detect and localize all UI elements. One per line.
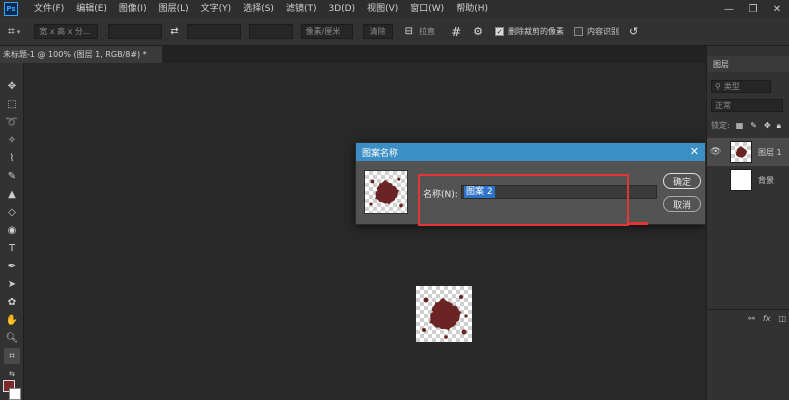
background-color-swatch[interactable] <box>9 388 21 400</box>
options-bar: ⌗ ▾ 宽 x 高 x 分... ⇄ 像素/厘米 清除 ⊟ 拉直 # ⚙ ✓ 删… <box>0 18 789 46</box>
layer-row-background[interactable]: 背景 <box>707 166 789 194</box>
layers-panel-tab[interactable]: 图层 <box>707 56 789 72</box>
straighten-icon[interactable]: ⊟ <box>405 26 413 37</box>
lock-row: 锁定: ▦ ✎ ✥ 🔒︎ <box>711 120 781 131</box>
canvas-area[interactable] <box>25 63 706 400</box>
menu-edit[interactable]: 编辑(E) <box>70 0 113 18</box>
pen-tool-icon[interactable]: ✒ <box>4 258 20 274</box>
crop-tool-preset-icon[interactable]: ⌗ <box>8 24 15 39</box>
close-icon[interactable]: ✕ <box>690 145 699 158</box>
crop-tool-icon[interactable]: ⌗ <box>4 348 20 364</box>
close-window-button[interactable]: ✕ <box>765 0 789 18</box>
blend-mode-row: 正常 <box>711 99 783 112</box>
marquee-tool-icon[interactable]: ⬚ <box>4 96 20 112</box>
delete-cropped-checkbox[interactable]: ✓ <box>495 27 504 36</box>
straighten-label[interactable]: 拉直 <box>419 26 435 37</box>
menu-bar: Ps 文件(F) 编辑(E) 图像(I) 图层(L) 文字(Y) 选择(S) 滤… <box>0 0 789 18</box>
menu-layer[interactable]: 图层(L) <box>153 0 195 18</box>
ratio-dropdown[interactable]: 宽 x 高 x 分... <box>34 24 99 39</box>
menu-window[interactable]: 窗口(W) <box>404 0 450 18</box>
annotation-highlight-box <box>418 174 629 226</box>
move-tool-icon[interactable]: ✥ <box>4 78 20 94</box>
menu-help[interactable]: 帮助(H) <box>450 0 494 18</box>
reset-icon[interactable]: ↺ <box>629 25 638 38</box>
menu-filter[interactable]: 滤镜(T) <box>280 0 323 18</box>
menu-type[interactable]: 文字(Y) <box>195 0 238 18</box>
ok-button[interactable]: 确定 <box>663 173 701 189</box>
dialog-title: 图案名称 <box>356 143 705 161</box>
type-tool-icon[interactable]: T <box>4 240 20 256</box>
restore-button[interactable]: ❐ <box>741 0 765 18</box>
lock-all-icon[interactable]: 🔒︎ <box>777 121 781 131</box>
magic-wand-tool-icon[interactable]: ✧ <box>4 132 20 148</box>
content-aware-label: 内容识别 <box>587 27 619 36</box>
width-input[interactable] <box>108 24 163 39</box>
layer1-name: 图层 1 <box>758 147 782 157</box>
lasso-tool-icon[interactable]: ➰ <box>4 114 20 130</box>
content-aware-checkbox[interactable] <box>574 27 583 36</box>
delete-cropped-label: 删除裁剪的像素 <box>508 27 564 36</box>
gear-icon[interactable]: ⚙ <box>473 25 483 38</box>
lock-pixels-icon[interactable]: ▦ <box>736 121 744 130</box>
brush-tool-icon[interactable]: ✎ <box>4 168 20 184</box>
pattern-thumbnail <box>364 170 408 214</box>
ink-splat-image <box>422 295 468 339</box>
menu-view[interactable]: 视图(V) <box>361 0 404 18</box>
layers-panel-footer: ⚯ fx ◫ <box>707 309 789 327</box>
ink-splat-thumbnail <box>369 177 403 208</box>
lock-label: 锁定: <box>711 121 730 130</box>
menu-file[interactable]: 文件(F) <box>28 0 70 18</box>
annotation-highlight-tail <box>628 222 648 225</box>
layer1-thumbnail <box>730 141 752 163</box>
swap-icon[interactable]: ⇄ <box>170 26 178 37</box>
chevron-down-icon[interactable]: ▾ <box>17 28 21 36</box>
zoom-tool-icon[interactable]: 🔍︎ <box>4 330 20 346</box>
search-icon: ⚲ <box>715 82 721 91</box>
layer-filter-row: ⚲ 类型 <box>711 80 771 93</box>
shape-tool-icon[interactable]: ✿ <box>4 294 20 310</box>
blend-mode-dropdown[interactable]: 正常 <box>711 99 783 112</box>
path-select-tool-icon[interactable]: ➤ <box>4 276 20 292</box>
document-tab[interactable]: 未标题-1 @ 100% (图层 1, RGB/8#) * <box>0 46 162 63</box>
eyedropper-tool-icon[interactable]: ⌇ <box>4 150 20 166</box>
menu-image[interactable]: 图像(I) <box>113 0 153 18</box>
menu-3d[interactable]: 3D(D) <box>322 0 361 18</box>
bucket-tool-icon[interactable]: ◉ <box>4 222 20 238</box>
lock-position-icon[interactable]: ✥ <box>764 121 771 130</box>
background-thumbnail <box>730 169 752 191</box>
stamp-tool-icon[interactable]: ▲ <box>4 186 20 202</box>
ink-splat-layer-thumb <box>735 146 748 159</box>
clear-button[interactable]: 清除 <box>362 24 393 39</box>
units-dropdown[interactable]: 像素/厘米 <box>300 24 353 39</box>
document-image[interactable] <box>416 286 472 342</box>
eraser-tool-icon[interactable]: ◇ <box>4 204 20 220</box>
menu-select[interactable]: 选择(S) <box>237 0 280 18</box>
lock-brush-icon[interactable]: ✎ <box>750 121 757 130</box>
minimize-button[interactable]: — <box>717 0 741 18</box>
tools-panel: ✥ ⬚ ➰ ✧ ⌇ ✎ ▲ ◇ ◉ T ✒ ➤ ✿ ✋ 🔍︎ ⌗ ⇆ <box>0 63 24 400</box>
layers-panel: 图层 ⚲ 类型 正常 锁定: ▦ ✎ ✥ 🔒︎ 👁︎ 图层 1 背景 ⚯ fx … <box>706 46 789 400</box>
menu-items: 文件(F) 编辑(E) 图像(I) 图层(L) 文字(Y) 选择(S) 滤镜(T… <box>28 0 494 18</box>
layer-filter-label: 类型 <box>723 82 740 91</box>
grid-overlay-icon[interactable]: # <box>451 25 461 39</box>
resolution-input[interactable] <box>248 24 293 39</box>
photoshop-logo-icon: Ps <box>4 2 18 16</box>
window-buttons: — ❐ ✕ <box>717 0 789 18</box>
document-tab-bar: 未标题-1 @ 100% (图层 1, RGB/8#) * <box>0 46 706 63</box>
eye-icon[interactable]: 👁︎ <box>710 147 722 157</box>
height-input[interactable] <box>186 24 241 39</box>
layer-filter-dropdown[interactable]: ⚲ 类型 <box>711 80 771 93</box>
layer-row-layer1[interactable]: 👁︎ 图层 1 <box>707 138 789 166</box>
cancel-button[interactable]: 取消 <box>663 196 701 212</box>
hand-tool-icon[interactable]: ✋ <box>4 312 20 328</box>
photoshop-window: Ps 文件(F) 编辑(E) 图像(I) 图层(L) 文字(Y) 选择(S) 滤… <box>0 0 789 400</box>
layer-effects-icon[interactable]: fx <box>763 314 771 323</box>
add-mask-icon[interactable]: ◫ <box>778 314 786 323</box>
background-layer-name: 背景 <box>758 175 774 185</box>
link-layers-icon[interactable]: ⚯ <box>748 314 755 323</box>
